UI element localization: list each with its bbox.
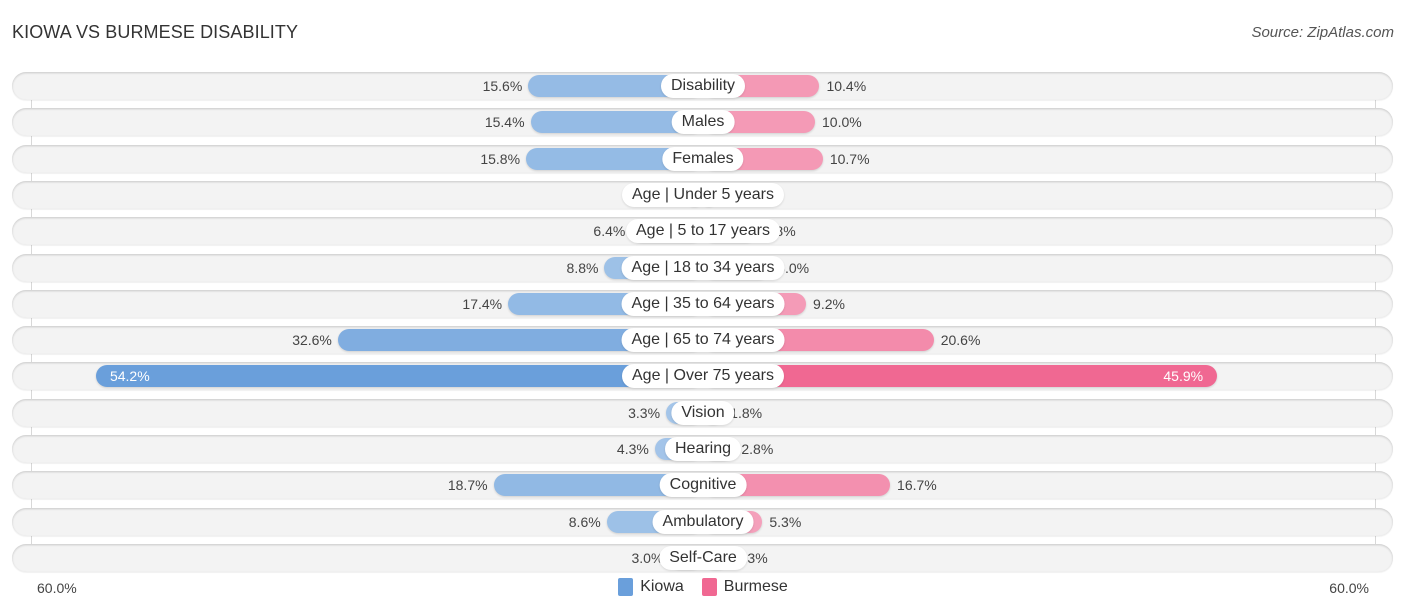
legend-label-kiowa: Kiowa (640, 578, 684, 595)
kiowa-value-label: 18.7% (447, 477, 488, 493)
burmese-value-label: 9.2% (813, 296, 845, 312)
category-label: Age | Under 5 years (621, 183, 785, 207)
kiowa-value-label: 54.2% (109, 368, 150, 384)
category-label: Disability (660, 74, 746, 98)
kiowa-value-label: 3.3% (628, 405, 661, 421)
kiowa-value-label: 15.6% (482, 78, 523, 94)
legend-label-burmese: Burmese (723, 578, 788, 595)
burmese-value-label: 5.3% (769, 514, 802, 530)
category-label: Age | 65 to 74 years (621, 328, 785, 352)
chart-title: KIOWA VS BURMESE DISABILITY (12, 22, 299, 42)
kiowa-bar[interactable] (95, 365, 703, 387)
burmese-value-label: 10.7% (829, 151, 870, 167)
burmese-value-label: 20.6% (940, 332, 981, 348)
category-label: Males (671, 110, 735, 134)
kiowa-value-label: 6.4% (593, 223, 626, 239)
burmese-value-label: 10.4% (826, 78, 867, 94)
kiowa-value-label: 4.3% (616, 441, 649, 457)
burmese-value-label: 10.0% (822, 114, 862, 130)
kiowa-value-label: 15.4% (484, 114, 525, 130)
legend-item-kiowa[interactable]: Kiowa (618, 578, 684, 596)
category-label: Age | 5 to 17 years (625, 219, 781, 243)
burmese-value-label: 16.7% (897, 477, 937, 493)
legend: Kiowa Burmese (0, 578, 1406, 596)
category-label: Self-Care (659, 546, 747, 570)
category-label: Ambulatory (652, 510, 754, 534)
burmese-value-label: 1.8% (730, 405, 763, 421)
category-label: Age | 18 to 34 years (621, 256, 785, 280)
kiowa-value-label: 8.8% (566, 260, 599, 276)
burmese-value-label: 45.9% (1163, 368, 1204, 384)
burmese-value-label: 2.8% (741, 441, 774, 457)
category-label: Age | 35 to 64 years (621, 292, 785, 316)
category-label: Cognitive (659, 473, 747, 497)
kiowa-value-label: 8.6% (568, 514, 601, 530)
category-label: Vision (671, 401, 735, 425)
category-label: Females (662, 147, 744, 171)
burmese-swatch (701, 578, 717, 596)
category-label: Hearing (664, 437, 742, 461)
legend-item-burmese[interactable]: Burmese (701, 578, 788, 596)
kiowa-swatch (618, 578, 634, 596)
category-label: Age | Over 75 years (622, 364, 784, 388)
kiowa-value-label: 32.6% (292, 332, 332, 348)
kiowa-value-label: 15.8% (480, 151, 521, 167)
kiowa-value-label: 17.4% (462, 296, 503, 312)
source-label: Source: ZipAtlas.com (1251, 24, 1394, 41)
